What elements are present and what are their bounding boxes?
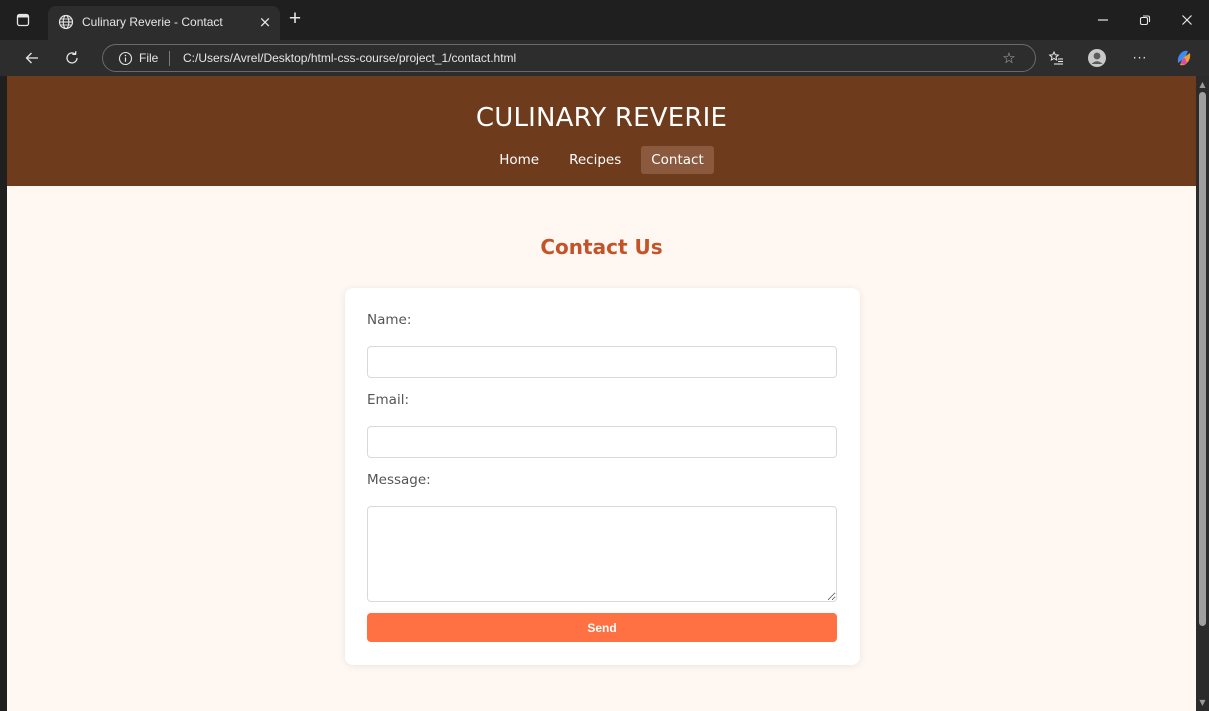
scrollbar-thumb[interactable]	[1199, 92, 1206, 626]
tab-close-icon[interactable]: ×	[256, 13, 274, 31]
name-field[interactable]	[367, 346, 837, 378]
omnibox-divider	[169, 51, 170, 66]
restore-icon[interactable]	[1124, 0, 1166, 40]
site-header: CULINARY REVERIE Home Recipes Contact	[7, 76, 1196, 186]
sidebar-toggle-icon[interactable]	[8, 0, 38, 40]
site-nav: Home Recipes Contact	[7, 146, 1196, 174]
scroll-up-icon[interactable]: ▲	[1198, 80, 1207, 89]
new-tab-button[interactable]: +	[284, 8, 306, 31]
browser-toolbar: File C:/Users/Avrel/Desktop/html-css-cou…	[0, 40, 1209, 76]
address-bar[interactable]: File C:/Users/Avrel/Desktop/html-css-cou…	[102, 44, 1036, 72]
minimize-icon[interactable]	[1082, 0, 1124, 40]
tab-title: Culinary Reverie - Contact	[82, 15, 223, 29]
browser-tab-active[interactable]: Culinary Reverie - Contact ×	[48, 6, 280, 40]
reload-icon[interactable]	[58, 44, 86, 72]
site-title: CULINARY REVERIE	[475, 103, 728, 133]
file-scheme-label: File	[139, 51, 159, 65]
profile-icon[interactable]	[1083, 44, 1111, 72]
url-text[interactable]: C:/Users/Avrel/Desktop/html-css-course/p…	[183, 51, 516, 65]
name-label: Name:	[367, 312, 412, 328]
scroll-down-icon[interactable]: ▼	[1198, 698, 1207, 707]
favorites-icon[interactable]	[1042, 44, 1070, 72]
page-title: Contact Us	[540, 235, 663, 259]
contact-form: Name: Email: Message: Send	[345, 288, 860, 665]
nav-recipes[interactable]: Recipes	[559, 146, 631, 174]
more-menu-icon[interactable]: ···	[1126, 44, 1154, 72]
back-arrow-icon[interactable]	[18, 44, 46, 72]
favorite-star-icon[interactable]: ☆	[999, 48, 1019, 68]
info-icon[interactable]	[118, 51, 133, 66]
globe-icon	[58, 14, 74, 30]
message-field[interactable]	[367, 506, 837, 602]
send-button[interactable]: Send	[367, 613, 837, 642]
page-scrollbar[interactable]: ▲ ▼	[1196, 76, 1209, 711]
page-viewport: CULINARY REVERIE Home Recipes Contact Co…	[7, 76, 1196, 711]
email-field[interactable]	[367, 426, 837, 458]
copilot-icon[interactable]	[1170, 44, 1198, 72]
browser-title-bar: Culinary Reverie - Contact × +	[0, 0, 1209, 40]
nav-contact[interactable]: Contact	[641, 146, 714, 174]
email-label: Email:	[367, 392, 410, 408]
nav-home[interactable]: Home	[489, 146, 549, 174]
close-window-icon[interactable]	[1166, 0, 1208, 40]
message-label: Message:	[367, 472, 431, 488]
